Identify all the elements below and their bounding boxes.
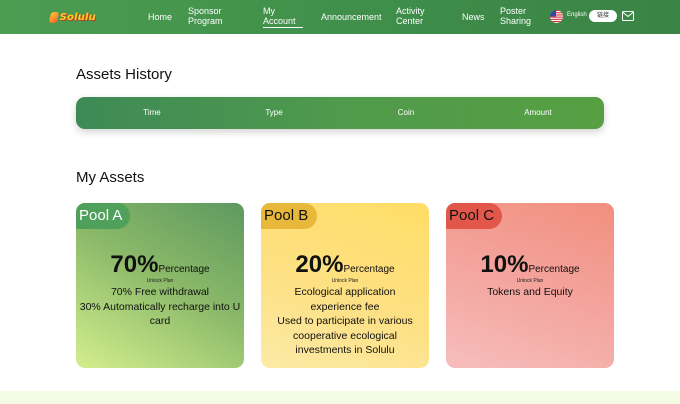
pool-a-description: 70% Free withdrawal 30% Automatically re… <box>79 286 241 327</box>
nav-sponsor-program[interactable]: Sponsor Program <box>188 6 223 26</box>
column-type: Type <box>265 108 283 117</box>
nav-news[interactable]: News <box>462 12 485 22</box>
pool-a-percent: 70% <box>110 251 159 278</box>
nav-home[interactable]: Home <box>148 12 172 22</box>
assets-history-header: Time Type Coin Amount <box>76 97 604 129</box>
pool-b-percent-row: 20%Percentage <box>261 251 429 279</box>
column-time: Time <box>143 108 161 117</box>
nav-activity-center[interactable]: Activity Center <box>396 6 425 26</box>
nav-my-account[interactable]: My Account <box>263 6 303 28</box>
logo-text: Solulu <box>59 11 96 23</box>
footer-strip <box>0 391 680 404</box>
my-assets-title: My Assets <box>76 169 145 186</box>
logo[interactable]: Solulu <box>48 9 96 25</box>
pool-b-card: Pool B 20%Percentage Unlock Plan Ecologi… <box>261 203 429 368</box>
pool-a-percent-label: Percentage <box>158 264 210 275</box>
pool-a-card: Pool A 70%Percentage Unlock Plan 70% Fre… <box>76 203 244 368</box>
mail-icon[interactable] <box>622 11 634 21</box>
pool-a-percent-row: 70%Percentage <box>76 251 244 279</box>
pool-b-unlock: Unlock Plan <box>331 278 359 284</box>
assets-history-title: Assets History <box>76 66 172 83</box>
top-nav: Solulu Home Sponsor Program My Account A… <box>0 0 680 34</box>
pool-b-percent-label: Percentage <box>343 264 395 275</box>
nav-poster-sharing[interactable]: Poster Sharing <box>500 6 531 26</box>
pool-b-percent: 20% <box>295 251 344 278</box>
pool-b-tag: Pool B <box>261 203 317 229</box>
pool-c-percent: 10% <box>480 251 529 278</box>
us-flag-icon[interactable] <box>550 10 563 23</box>
pool-c-unlock: Unlock Plan <box>516 278 544 284</box>
column-amount: Amount <box>524 108 552 117</box>
language-label[interactable]: English <box>567 12 587 18</box>
pool-b-description: Ecological application experience fee Us… <box>277 286 413 356</box>
pool-c-card: Pool C 10%Percentage Unlock Plan Tokens … <box>446 203 614 368</box>
pool-c-description: Tokens and Equity <box>487 286 573 298</box>
pool-c-percent-row: 10%Percentage <box>446 251 614 279</box>
link-button[interactable]: 链接 <box>589 10 617 22</box>
pool-a-tag: Pool A <box>76 203 130 229</box>
nav-announcement[interactable]: Announcement <box>321 12 382 22</box>
column-coin: Coin <box>397 108 415 117</box>
pool-c-percent-label: Percentage <box>528 264 580 275</box>
pool-c-tag: Pool C <box>446 203 502 229</box>
logo-mark-icon <box>48 11 59 23</box>
pool-a-unlock: Unlock Plan <box>146 278 174 284</box>
